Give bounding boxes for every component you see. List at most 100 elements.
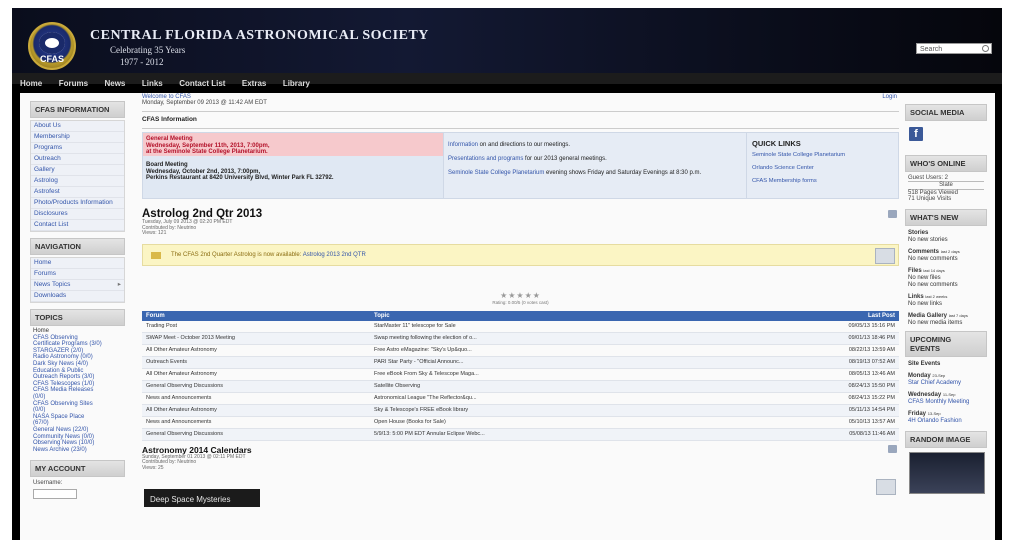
presentations-link[interactable]: Presentations and programs (448, 156, 523, 162)
topic-item[interactable]: Certificate Programs (3/0) (33, 341, 125, 348)
topic-item[interactable]: CFAS Observing Sites (33, 401, 125, 408)
print-icon[interactable] (888, 444, 897, 453)
topic-item[interactable]: (67/0) (33, 420, 125, 427)
topic-item[interactable]: Dark Sky News (4/0) (33, 361, 125, 368)
forum-cell-forum[interactable]: All Other Amateur Astronomy (142, 368, 370, 381)
planetarium-link[interactable]: Seminole State College Planetarium (448, 170, 544, 176)
forum-row[interactable]: News and Announcements Astronomical Leagu… (142, 392, 899, 405)
topic-item[interactable]: (0/0) (33, 407, 125, 414)
topic-item[interactable]: Education & Public (33, 368, 125, 375)
quick-link-science-center[interactable]: Orlando Science Center (752, 165, 893, 171)
forum-row[interactable]: General Observing Discussions 5/9/13: 5:0… (142, 428, 899, 441)
random-image[interactable] (909, 451, 985, 494)
topic-item[interactable]: NASA Space Place (33, 414, 125, 421)
menu-item-photo-products[interactable]: Photo/Products Information (31, 198, 124, 209)
pdf-icon[interactable] (875, 247, 895, 264)
quick-link-planetarium[interactable]: Seminole State College Planetarium (752, 152, 893, 158)
article-title[interactable]: Astronomy 2014 Calendars (142, 445, 899, 455)
nav-item-news-topics[interactable]: News Topics ▸ (31, 280, 124, 291)
menu-item-gallery[interactable]: Gallery (31, 165, 124, 176)
nav-library[interactable]: Library (283, 78, 310, 89)
login-link[interactable]: Login (882, 94, 897, 100)
forum-cell-forum[interactable]: SWAP Meet - October 2013 Meeting (142, 332, 370, 345)
deep-space-mysteries-image[interactable]: Deep Space Mysteries (144, 488, 260, 507)
forum-rows: Trading Post StarMaster 11" telescope for… (142, 320, 899, 441)
event-link[interactable]: 4H Orlando Fashion (908, 418, 962, 424)
forum-cell-forum[interactable]: General Observing Discussions (142, 380, 370, 393)
menu-item-about-us[interactable]: About Us (31, 121, 124, 132)
search-icon[interactable] (982, 45, 989, 52)
facebook-icon[interactable]: f (909, 127, 923, 141)
forum-cell-topic[interactable]: Free Astro eMagazine: "Sky's Up&quo... (370, 344, 771, 357)
forum-cell-forum[interactable]: General Observing Discussions (142, 428, 370, 441)
forum-row[interactable]: Trading Post StarMaster 11" telescope for… (142, 320, 899, 333)
event-link[interactable]: Star Chief Academy (908, 380, 961, 386)
topic-item[interactable]: CFAS Telescopes (1/0) (33, 381, 125, 388)
menu-item-astrofest[interactable]: Astrofest (31, 187, 124, 198)
topic-item[interactable]: STARGAZER (2/0) (33, 348, 125, 355)
topic-item[interactable]: Community News (0/0) (33, 434, 125, 441)
nav-news[interactable]: News (104, 78, 125, 89)
menu-item-membership[interactable]: Membership (31, 132, 124, 143)
rating-stars-icon[interactable]: ★★★★★ (142, 291, 899, 300)
topic-item[interactable]: Outreach Reports (3/0) (33, 374, 125, 381)
forum-cell-last-post: 05/10/13 13:57 AM (771, 416, 899, 429)
topic-item[interactable]: (0/0) (33, 394, 125, 401)
topic-item[interactable]: News Archive (23/0) (33, 447, 125, 454)
forum-cell-topic[interactable]: Swap meeting following the election of o… (370, 332, 771, 345)
event-item: Monday 23-Sep Star Chief Academy (908, 372, 984, 387)
forum-row[interactable]: SWAP Meet - October 2013 Meeting Swap mee… (142, 332, 899, 345)
forum-row[interactable]: Outreach Events PARI Star Party - "Offici… (142, 356, 899, 369)
new-sub: No new comments (908, 255, 958, 262)
forum-cell-forum[interactable]: All Other Amateur Astronomy (142, 404, 370, 417)
topic-item[interactable]: CFAS Observing (33, 335, 125, 342)
topic-item[interactable]: Observing News (10/0) (33, 440, 125, 447)
nav-item-forums[interactable]: Forums (31, 269, 124, 280)
pdf-icon[interactable] (876, 478, 896, 495)
nav-contact-list[interactable]: Contact List (179, 78, 225, 89)
astrolog-link[interactable]: Astrolog 2013 2nd QTR (303, 252, 366, 258)
topic-item[interactable]: CFAS Media Releases (33, 387, 125, 394)
cfas-logo[interactable]: CFAS (28, 22, 76, 70)
nav-item-downloads[interactable]: Downloads (31, 291, 124, 302)
logo-text: CFAS (39, 54, 64, 64)
nav-forums[interactable]: Forums (59, 78, 88, 89)
nav-home[interactable]: Home (20, 78, 42, 89)
information-link[interactable]: Information (448, 142, 478, 148)
forum-cell-topic[interactable]: Satellite Observing (370, 380, 771, 393)
forum-cell-topic[interactable]: Sky & Telescope's FREE eBook library (370, 404, 771, 417)
nav-links[interactable]: Links (142, 78, 163, 89)
forum-cell-forum[interactable]: News and Announcements (142, 392, 370, 405)
forum-row[interactable]: All Other Amateur Astronomy Sky & Telesco… (142, 404, 899, 417)
search-input[interactable]: Search (916, 43, 992, 54)
forum-row[interactable]: All Other Amateur Astronomy Free eBook Fr… (142, 368, 899, 381)
forum-cell-forum[interactable]: News and Announcements (142, 416, 370, 429)
quick-link-membership-forms[interactable]: CFAS Membership forms (752, 178, 893, 184)
nav-extras[interactable]: Extras (242, 78, 266, 89)
forum-row[interactable]: General Observing Discussions Satellite O… (142, 380, 899, 393)
forum-cell-topic[interactable]: Open House (Books for Sale) (370, 416, 771, 429)
forum-cell-topic[interactable]: 5/9/13: 5:00 PM EDT Annular Eclipse Webc… (370, 428, 771, 441)
event-link[interactable]: CFAS Monthly Meeting (908, 399, 969, 405)
menu-item-contact-list[interactable]: Contact List (31, 220, 124, 231)
topic-home[interactable]: Home (33, 328, 125, 335)
forum-cell-topic[interactable]: StarMaster 11" telescope for Sale (370, 320, 771, 333)
topic-item[interactable]: Radio Astronomy (0/0) (33, 354, 125, 361)
nav-item-home[interactable]: Home (31, 258, 124, 269)
forum-cell-forum[interactable]: All Other Amateur Astronomy (142, 344, 370, 357)
forum-cell-topic[interactable]: Astronomical League "The Reflector&qu... (370, 392, 771, 405)
forum-row[interactable]: All Other Amateur Astronomy Free Astro eM… (142, 344, 899, 357)
forum-cell-topic[interactable]: PARI Star Party - "Official Announc... (370, 356, 771, 369)
menu-item-astrolog[interactable]: Astrolog (31, 176, 124, 187)
forum-cell-forum[interactable]: Trading Post (142, 320, 370, 333)
forum-cell-forum[interactable]: Outreach Events (142, 356, 370, 369)
print-icon[interactable] (888, 210, 897, 218)
article-title[interactable]: Astrolog 2nd Qtr 2013 (142, 208, 899, 220)
forum-cell-topic[interactable]: Free eBook From Sky & Telescope Maga... (370, 368, 771, 381)
menu-item-disclosures[interactable]: Disclosures (31, 209, 124, 220)
topic-item[interactable]: General News (22/0) (33, 427, 125, 434)
menu-item-outreach[interactable]: Outreach (31, 154, 124, 165)
menu-item-programs[interactable]: Programs (31, 143, 124, 154)
username-input[interactable] (33, 489, 77, 500)
forum-row[interactable]: News and Announcements Open House (Books … (142, 416, 899, 429)
